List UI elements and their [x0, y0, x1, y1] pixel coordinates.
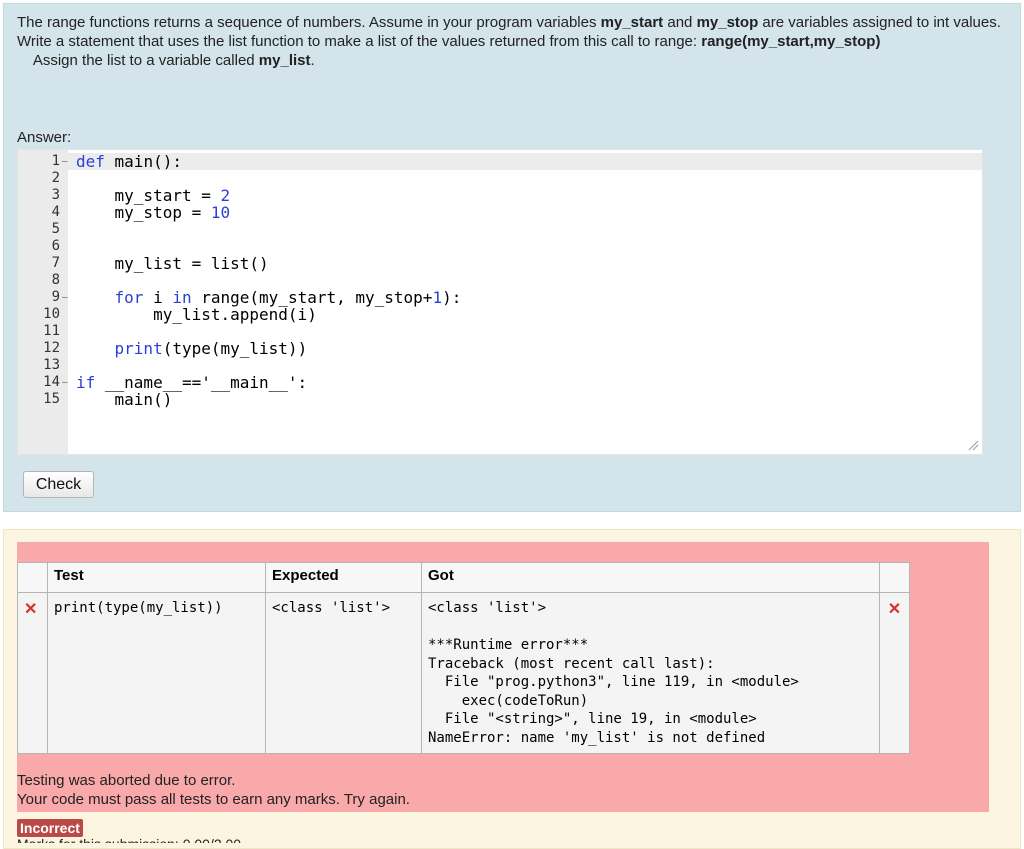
mark-column-header [17, 562, 48, 593]
code-editor[interactable]: 1– def main(): 2 3 my_start = 24 my_stop = … [17, 149, 983, 455]
feedback-panel: Test Expected Got ✕ print(type(my_list))… [3, 529, 1021, 849]
var-my-list: my_list [258, 52, 311, 69]
line-number: 10 [43, 306, 60, 322]
code-line[interactable]: my_start = 2 [76, 187, 231, 204]
table-row: ✕ print(type(my_list)) <class 'list'> <c… [17, 592, 910, 754]
question-text-part: . [310, 52, 315, 69]
code-token: my_list = list() [76, 254, 269, 273]
line-number: 2 [51, 170, 60, 186]
retry-line: Your code must pass all tests to earn an… [17, 791, 410, 808]
table-header-row: Test Expected Got [17, 562, 910, 593]
code-keyword: def [76, 152, 105, 171]
test-cell: print(type(my_list)) [47, 592, 266, 754]
code-line[interactable]: my_stop = 10 [76, 203, 231, 222]
line-number: 8 [51, 272, 60, 288]
got-cell: <class 'list'> ***Runtime error*** Trace… [421, 592, 880, 754]
code-token: main() [76, 390, 173, 409]
status-badge: Incorrect [17, 819, 83, 837]
fold-marker-icon[interactable]: – [62, 289, 68, 306]
fail-cross-icon: ✕ [887, 601, 902, 618]
code-keyword: print [114, 339, 163, 358]
code-line[interactable]: if __name__=='__main__': [76, 374, 307, 391]
code-number: 10 [210, 203, 231, 222]
question-panel: The range functions returns a sequence o… [3, 3, 1021, 512]
question-text: The range functions returns a sequence o… [17, 13, 1007, 70]
code-token: my_list.append(i) [76, 305, 317, 324]
expected-column-header: Expected [265, 562, 422, 593]
line-number: 13 [43, 357, 60, 373]
active-line-highlight [68, 153, 982, 170]
line-number: 7 [51, 255, 60, 271]
line-number: 6 [51, 238, 60, 254]
code-token: main(): [104, 152, 182, 171]
line-number: 5 [51, 221, 60, 237]
line-number: 11 [43, 323, 60, 339]
code-line[interactable]: for i in range(my_start, my_stop+1): [76, 288, 462, 307]
fold-marker-icon[interactable]: – [62, 374, 68, 391]
answer-label: Answer: [17, 129, 72, 146]
expected-cell: <class 'list'> [265, 592, 422, 754]
fail-mark-cell: ✕ [17, 592, 48, 754]
var-my-stop: my_stop [696, 14, 759, 31]
code-line[interactable]: main() [76, 390, 173, 409]
line-number: 9 [51, 289, 60, 305]
got-column-header: Got [421, 562, 880, 593]
code-number: 1 [432, 288, 443, 307]
line-number: 12 [43, 340, 60, 356]
results-table: Test Expected Got ✕ print(type(my_list))… [17, 562, 910, 754]
code-token: my_stop = [76, 203, 211, 222]
line-number: 3 [51, 187, 60, 203]
marks-text: Marks for this submission: 0.00/2.00. [17, 837, 245, 843]
line-number: 1 [51, 153, 60, 169]
range-call: range(my_start,my_stop) [701, 33, 881, 50]
question-text-part: Assign the list to a variable called [17, 52, 259, 69]
question-text-part: The range functions returns a sequence o… [17, 14, 601, 31]
fold-marker-icon[interactable]: – [62, 153, 68, 170]
end-mark-column-header [879, 562, 910, 593]
code-token: ): [442, 288, 462, 307]
end-mark-cell: ✕ [879, 592, 910, 754]
test-column-header: Test [47, 562, 266, 593]
code-line[interactable]: my_list = list() [76, 255, 269, 272]
code-token: (type(my_list)) [162, 339, 308, 358]
resize-handle-icon[interactable] [967, 439, 979, 451]
fail-cross-icon: ✕ [24, 601, 38, 618]
line-number: 4 [51, 204, 60, 220]
code-line[interactable]: print(type(my_list)) [76, 339, 308, 358]
line-number: 15 [43, 391, 60, 407]
var-my-start: my_start [600, 14, 664, 31]
result-panel: Test Expected Got ✕ print(type(my_list))… [17, 542, 989, 812]
abort-line: Testing was aborted due to error. [17, 772, 236, 789]
question-text-part: and [663, 14, 697, 31]
line-number: 14 [43, 374, 60, 390]
abort-message: Testing was aborted due to error. Your c… [17, 771, 410, 809]
code-line[interactable]: my_list.append(i) [76, 306, 317, 323]
check-button[interactable]: Check [23, 471, 94, 498]
code-line[interactable]: def main(): [76, 153, 182, 170]
